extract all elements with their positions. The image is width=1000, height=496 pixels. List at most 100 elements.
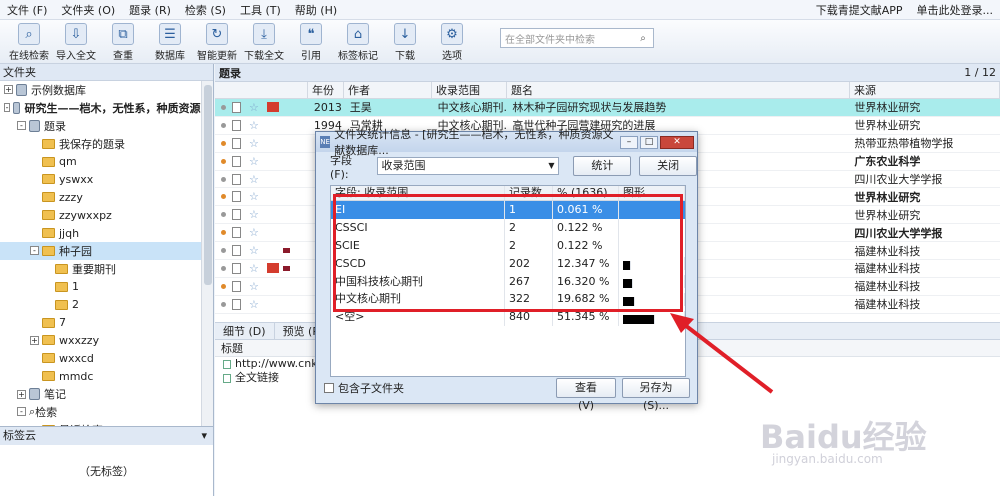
tree-node[interactable]: + wxxzzy	[0, 331, 213, 349]
tree-node[interactable]: jjqh	[0, 224, 213, 242]
star-icon[interactable]: ☆	[249, 208, 261, 221]
tree-node[interactable]: yswxx	[0, 170, 213, 188]
search-icon[interactable]: ⌕	[633, 33, 653, 44]
toolbar-button[interactable]: ⌂ 标签标记	[335, 20, 381, 62]
tree-node[interactable]: 我保存的题录	[0, 135, 213, 153]
star-icon[interactable]: ☆	[249, 280, 261, 293]
menu-item[interactable]: 文件夹 (O)	[54, 2, 122, 18]
menu-right-link[interactable]: 单击此处登录...	[910, 2, 1000, 18]
column-header[interactable]: 收录范围	[432, 81, 507, 99]
tree-node[interactable]: - 研究生——桤木，无性系，种质资源...	[0, 99, 213, 117]
tree-node[interactable]: - ⌕ 检索	[0, 403, 213, 421]
star-icon[interactable]: ☆	[249, 190, 261, 203]
toolbar-button[interactable]: ☰ 数据库	[147, 20, 193, 62]
toolbar-button[interactable]: ⇩ 导入全文	[53, 20, 99, 62]
minimize-icon[interactable]: –	[620, 135, 638, 149]
tree-node[interactable]: 7	[0, 314, 213, 332]
tree-node[interactable]: - 题录	[0, 117, 213, 135]
close-icon[interactable]: ✕	[660, 135, 694, 149]
scroll-thumb[interactable]	[204, 85, 212, 285]
column-spacer	[215, 81, 308, 99]
database-icon: ☰	[159, 23, 181, 45]
tree-node[interactable]: + 示例数据库	[0, 81, 213, 99]
menu-item[interactable]: 帮助 (H)	[288, 2, 344, 18]
collapse-icon[interactable]: ▾	[201, 427, 207, 445]
stat-button[interactable]: 统计	[573, 156, 632, 176]
star-icon[interactable]: ☆	[249, 262, 261, 275]
toolbar-button[interactable]: ⤓ 下载全文	[241, 20, 287, 62]
toolbar-button-label: 查重	[113, 51, 133, 62]
detail-fulltext-link[interactable]: 全文链接	[235, 371, 279, 385]
tree-node[interactable]: 2	[0, 296, 213, 314]
star-icon[interactable]: ☆	[249, 101, 261, 114]
collapse-icon[interactable]: -	[17, 407, 26, 417]
menu-item[interactable]: 工具 (T)	[233, 2, 288, 18]
column-header[interactable]: 年份	[308, 81, 344, 99]
menu-item[interactable]: 文件 (F)	[0, 2, 54, 18]
detail-tab[interactable]: 细节 (D)	[215, 323, 275, 339]
column-header[interactable]: 题名	[507, 81, 850, 99]
star-icon[interactable]: ☆	[249, 226, 261, 239]
table-cell: 福建林业科技	[854, 298, 921, 312]
folder-icon	[42, 210, 55, 221]
folder-icon	[55, 281, 68, 292]
annotation-highlight-box	[333, 194, 683, 312]
menu-item[interactable]: 题录 (R)	[122, 2, 178, 18]
include-subfolders-checkbox[interactable]	[324, 383, 334, 393]
expand-icon[interactable]: +	[17, 389, 26, 399]
toolbar-button-label: 选项	[442, 51, 462, 62]
expand-icon[interactable]: +	[4, 85, 13, 95]
folder-icon	[42, 353, 55, 364]
tree-node[interactable]: qm	[0, 153, 213, 171]
collapse-icon[interactable]: -	[17, 121, 26, 131]
toolbar-button[interactable]: ↓ 下载	[382, 20, 428, 62]
column-header[interactable]: 作者	[344, 81, 432, 99]
star-icon[interactable]: ☆	[249, 173, 261, 186]
column-header[interactable]: 来源	[850, 81, 1000, 99]
star-icon[interactable]: ☆	[249, 137, 261, 150]
star-icon[interactable]: ☆	[249, 244, 261, 257]
tree-node[interactable]: 重要期刊	[0, 260, 213, 278]
read-status-dot	[221, 301, 226, 307]
menu-bar: 文件 (F) 文件夹 (O) 题录 (R) 检索 (S) 工具 (T) 帮助 (H) 下载青…	[0, 0, 1000, 20]
view-button[interactable]: 查看 (V)	[556, 378, 616, 412]
tree-node[interactable]: 1	[0, 278, 213, 296]
close-button[interactable]: 关闭	[639, 156, 697, 176]
menu-right-link[interactable]: 下载青提文献APP	[809, 2, 910, 18]
star-icon[interactable]: ☆	[249, 155, 261, 168]
flag-icon	[266, 263, 279, 274]
tree-node-label: 检索	[35, 405, 58, 419]
table-cell: 四川农业大学学报	[854, 226, 943, 240]
expand-icon[interactable]: +	[30, 335, 39, 345]
toolbar-button[interactable]: ⚙ 选项	[429, 20, 475, 62]
folder-panel: 文件夹 + 示例数据库 - 研究生——桤木，无性系，种质资源... - 题录 我保存的题录 q…	[0, 64, 214, 426]
search-input[interactable]: 在全部文件夹中检索 ⌕	[500, 28, 654, 48]
collapse-icon[interactable]: -	[4, 103, 11, 113]
save-as-button[interactable]: 另存为 (S)...	[622, 378, 690, 412]
toolbar-button[interactable]: ❝ 引用	[288, 20, 334, 62]
field-select[interactable]: 收录范围 ▼	[376, 157, 560, 175]
tree-node[interactable]: - 种子园	[0, 242, 213, 260]
folder-tree: + 示例数据库 - 研究生——桤木，无性系，种质资源... - 题录 我保存的题录 qm ysw…	[0, 81, 213, 426]
table-row[interactable]: ☆ 2013 王昊 中文核心期刊... 林木种子园研究现状与发展趋势 世界林业研究	[215, 99, 1000, 117]
star-icon[interactable]: ☆	[249, 119, 261, 132]
document-icon	[231, 280, 241, 292]
toolbar-button[interactable]: ⌕ 在线检索	[6, 20, 52, 62]
menu-item[interactable]: 检索 (S)	[178, 2, 233, 18]
tree-node[interactable]: + 笔记	[0, 385, 213, 403]
smart-update-icon: ↻	[206, 23, 228, 45]
folder-scrollbar[interactable]	[201, 81, 213, 426]
toolbar-button[interactable]: ↻ 智能更新	[194, 20, 240, 62]
tree-node-label: jjqh	[59, 226, 80, 240]
folder-icon	[42, 317, 55, 328]
tree-node[interactable]: zzywxxpz	[0, 206, 213, 224]
chevron-down-icon[interactable]: ▼	[544, 158, 558, 174]
tree-node[interactable]: mmdc	[0, 367, 213, 385]
flag-icon	[267, 246, 279, 256]
star-icon[interactable]: ☆	[249, 298, 261, 311]
toolbar-button[interactable]: ⧉ 查重	[100, 20, 146, 62]
tree-node[interactable]: zzzy	[0, 188, 213, 206]
tree-node[interactable]: wxxcd	[0, 349, 213, 367]
maximize-icon[interactable]: □	[640, 135, 658, 149]
collapse-icon[interactable]: -	[30, 246, 39, 256]
